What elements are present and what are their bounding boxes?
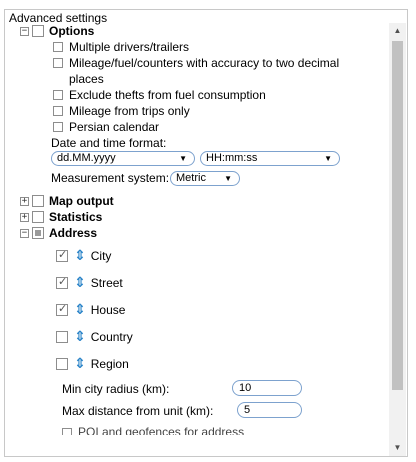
date-format-select[interactable]: dd.MM.yyyy ▼ xyxy=(51,151,195,166)
min-city-radius-input[interactable]: 10 xyxy=(232,380,302,396)
dropdown-arrow-icon: ▼ xyxy=(324,154,332,163)
expand-icon[interactable]: + xyxy=(20,196,29,206)
scroll-up-arrow-icon[interactable]: ▲ xyxy=(389,23,406,39)
house-checkbox[interactable] xyxy=(56,302,68,316)
region-label: Region xyxy=(90,357,129,371)
map-output-checkbox[interactable] xyxy=(32,195,44,207)
street-label: Street xyxy=(90,276,123,290)
persian-calendar-checkbox[interactable] xyxy=(53,122,63,132)
accuracy-checkbox[interactable] xyxy=(53,58,63,68)
statistics-checkbox[interactable] xyxy=(32,211,44,223)
persian-calendar-label: Persian calendar xyxy=(69,120,160,134)
house-label: House xyxy=(90,303,126,317)
dropdown-arrow-icon: ▼ xyxy=(179,154,187,163)
multiple-drivers-label: Multiple drivers/trailers xyxy=(69,40,190,54)
poi-checkbox[interactable] xyxy=(62,428,72,435)
address-field-row: ⇕ Street xyxy=(56,274,123,292)
vertical-scrollbar[interactable]: ▲ ▼ xyxy=(389,23,406,456)
collapse-icon[interactable]: − xyxy=(20,228,29,238)
options-title: Options xyxy=(49,24,95,38)
drag-handle-icon[interactable]: ⇕ xyxy=(74,248,86,264)
scroll-down-arrow-icon[interactable]: ▼ xyxy=(389,440,406,456)
address-field-row: ⇕ Country xyxy=(56,328,133,346)
drag-handle-icon[interactable]: ⇕ xyxy=(74,275,86,291)
accuracy-label-wrap: places xyxy=(69,72,104,86)
max-distance-input[interactable]: 5 xyxy=(237,402,302,418)
exclude-thefts-label: Exclude thefts from fuel consumption xyxy=(69,88,266,102)
dropdown-arrow-icon: ▼ xyxy=(224,174,232,183)
poi-label: POI and geofences for address xyxy=(78,425,245,435)
drag-handle-icon[interactable]: ⇕ xyxy=(74,356,86,372)
address-checkbox[interactable] xyxy=(32,227,44,239)
date-time-format-label: Date and time format: xyxy=(51,136,167,150)
exclude-thefts-checkbox[interactable] xyxy=(53,90,63,100)
drag-handle-icon[interactable]: ⇕ xyxy=(74,302,86,318)
accuracy-label: Mileage/fuel/counters with accuracy to t… xyxy=(69,56,340,70)
measurement-system-label: Measurement system: xyxy=(51,171,170,185)
time-format-value: HH:mm:ss xyxy=(206,152,258,164)
address-title: Address xyxy=(49,226,98,240)
country-checkbox[interactable] xyxy=(56,331,68,343)
mileage-trips-label: Mileage from trips only xyxy=(69,104,190,118)
street-checkbox[interactable] xyxy=(56,275,68,289)
options-checkbox[interactable] xyxy=(32,25,44,37)
multiple-drivers-checkbox[interactable] xyxy=(53,42,63,52)
measurement-system-select[interactable]: Metric ▼ xyxy=(170,171,240,186)
collapse-icon[interactable]: − xyxy=(20,26,29,36)
address-field-row: ⇕ Region xyxy=(56,355,129,373)
drag-handle-icon[interactable]: ⇕ xyxy=(74,329,86,345)
max-distance-label: Max distance from unit (km): xyxy=(62,404,214,418)
mileage-trips-checkbox[interactable] xyxy=(53,106,63,116)
country-label: Country xyxy=(90,330,133,344)
scrollbar-thumb[interactable] xyxy=(392,41,403,390)
address-field-row: ⇕ House xyxy=(56,301,125,319)
city-label: City xyxy=(90,249,112,263)
region-checkbox[interactable] xyxy=(56,358,68,370)
map-output-title: Map output xyxy=(49,194,114,208)
time-format-select[interactable]: HH:mm:ss ▼ xyxy=(200,151,340,166)
address-field-row: ⇕ City xyxy=(56,247,111,265)
statistics-title: Statistics xyxy=(49,210,103,224)
max-distance-value: 5 xyxy=(244,404,251,416)
settings-scroll-area[interactable]: − Options Multiple drivers/trailers Mile… xyxy=(20,23,399,456)
date-format-value: dd.MM.yyyy xyxy=(57,152,116,164)
measurement-system-value: Metric xyxy=(176,172,206,184)
city-checkbox[interactable] xyxy=(56,248,68,262)
min-city-radius-label: Min city radius (km): xyxy=(62,382,170,396)
expand-icon[interactable]: + xyxy=(20,212,29,222)
min-city-radius-value: 10 xyxy=(239,382,252,394)
